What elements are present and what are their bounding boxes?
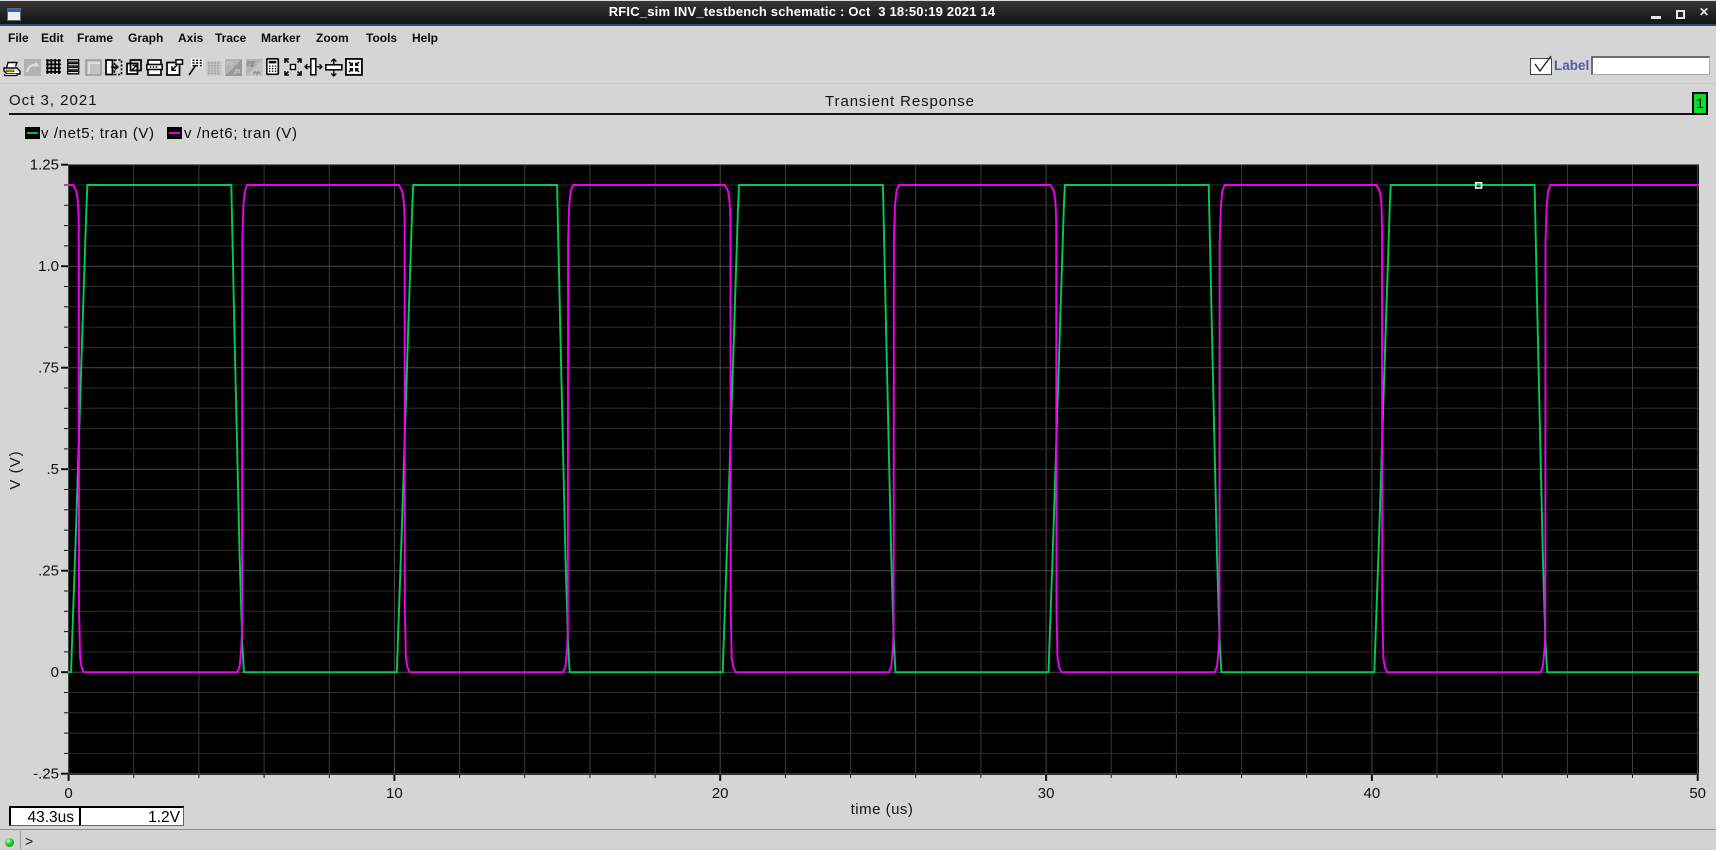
svg-text:50: 50 bbox=[1689, 785, 1706, 802]
svg-text:1.25: 1.25 bbox=[30, 157, 59, 174]
svg-text:40: 40 bbox=[1364, 785, 1381, 802]
svg-text:.25: .25 bbox=[38, 563, 59, 580]
svg-text:10: 10 bbox=[386, 785, 403, 802]
svg-text:20: 20 bbox=[712, 785, 729, 802]
svg-text:V (V): V (V) bbox=[7, 450, 24, 489]
svg-text:0: 0 bbox=[64, 785, 72, 802]
svg-text:time (us): time (us) bbox=[851, 801, 914, 818]
svg-text:1.0: 1.0 bbox=[38, 258, 59, 275]
svg-text:.5: .5 bbox=[46, 461, 59, 478]
svg-text:30: 30 bbox=[1038, 785, 1055, 802]
svg-text:.75: .75 bbox=[38, 360, 59, 377]
svg-text:-.25: -.25 bbox=[33, 766, 59, 783]
svg-text:0: 0 bbox=[51, 664, 59, 681]
